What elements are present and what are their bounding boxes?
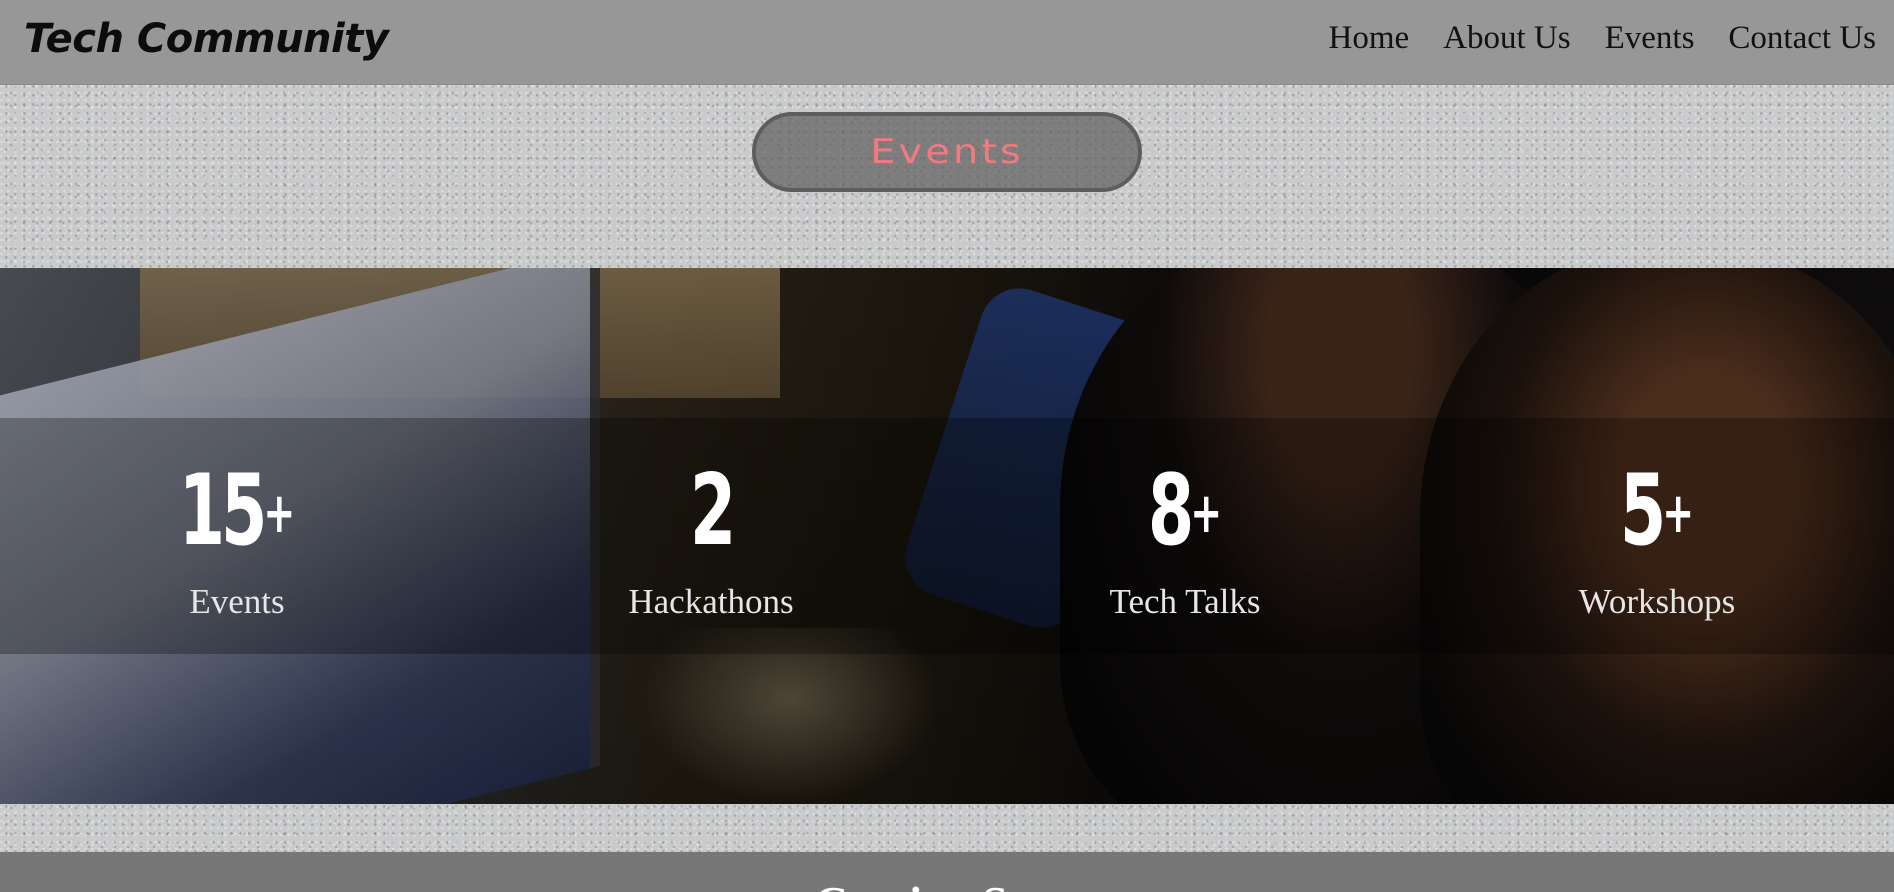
stat-number: 8+: [1147, 454, 1223, 568]
stat-workshops: 5+ Workshops: [1420, 418, 1894, 654]
stats-hero-banner: 15+ Events 2 Hackathons 8+ Tech Talks 5+…: [0, 268, 1894, 804]
next-section-header: Coming Soon: [0, 852, 1894, 892]
top-navbar: Tech Community Home About Us Events Cont…: [0, 0, 1894, 85]
stat-label: Hackathons: [628, 582, 794, 621]
nav-link-about-us[interactable]: About Us: [1443, 20, 1570, 57]
site-brand[interactable]: Tech Community: [24, 16, 389, 62]
stat-label: Workshops: [1578, 582, 1736, 621]
nav-link-home[interactable]: Home: [1329, 20, 1410, 57]
events-section-pill: Events: [752, 112, 1142, 192]
nav-link-events[interactable]: Events: [1605, 20, 1695, 57]
stat-label: Tech Talks: [1109, 582, 1261, 621]
nav-link-contact-us[interactable]: Contact Us: [1728, 20, 1876, 57]
next-section-heading: Coming Soon: [0, 876, 1894, 892]
events-section-title: Events: [870, 132, 1024, 172]
stats-band: 15+ Events 2 Hackathons 8+ Tech Talks 5+…: [0, 418, 1894, 654]
hero-background-chair: [640, 628, 940, 804]
stat-number: 15+: [178, 454, 296, 568]
main-nav: Home About Us Events Contact Us: [1329, 20, 1877, 57]
stat-number: 5+: [1619, 454, 1695, 568]
stat-events: 15+ Events: [0, 418, 474, 654]
stat-tech-talks: 8+ Tech Talks: [948, 418, 1422, 654]
stat-label: Events: [189, 582, 285, 621]
stat-number: 2: [689, 454, 736, 568]
stat-hackathons: 2 Hackathons: [474, 418, 948, 654]
